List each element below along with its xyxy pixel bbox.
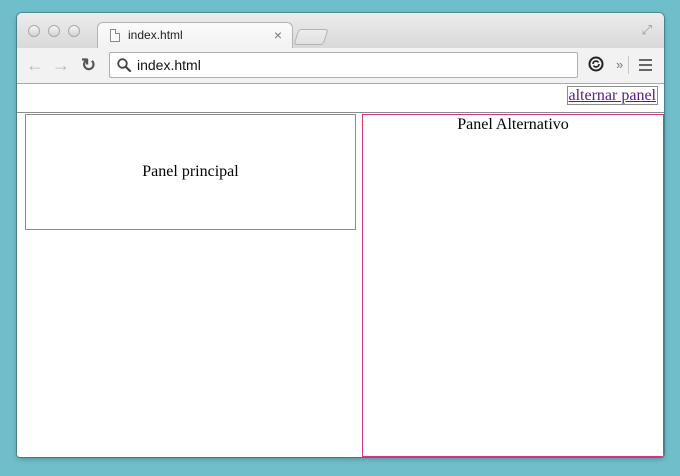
close-window-button[interactable] (28, 25, 40, 37)
main-panel-label: Panel principal (142, 163, 239, 180)
toolbar-divider (628, 56, 629, 74)
search-icon (117, 58, 132, 73)
chevron-right-icon[interactable]: » (616, 57, 623, 72)
toolbar: ← → ↻ index.html » (17, 48, 664, 84)
toggle-panel-link[interactable]: alternar panel (566, 86, 658, 105)
address-bar[interactable]: index.html (109, 52, 578, 78)
menu-icon[interactable] (639, 59, 652, 74)
page-header: alternar panel (17, 84, 664, 113)
tab-index[interactable]: index.html × (97, 22, 293, 49)
close-icon[interactable]: × (274, 26, 282, 44)
document-icon (110, 29, 120, 42)
forward-icon[interactable]: → (52, 55, 70, 75)
zoom-window-button[interactable] (68, 25, 80, 37)
tab-title: index.html (128, 28, 183, 42)
extension-icon[interactable] (588, 56, 604, 72)
new-tab-icon[interactable] (293, 29, 329, 45)
alternative-panel: Panel Alternativo (362, 114, 664, 457)
back-icon[interactable]: ← (26, 55, 44, 75)
url-text[interactable]: index.html (137, 57, 201, 73)
page-content: alternar panel Panel principal Panel Alt… (17, 84, 664, 457)
alt-panel-label: Panel Alternativo (457, 116, 569, 133)
minimize-window-button[interactable] (48, 25, 60, 37)
browser-window: index.html × ⤢ ← → ↻ index.html » altern… (17, 13, 664, 457)
main-panel: Panel principal (25, 114, 356, 230)
tab-strip: index.html × ⤢ (17, 13, 664, 49)
reload-icon[interactable]: ↻ (81, 55, 96, 75)
fullscreen-icon[interactable]: ⤢ (642, 22, 652, 38)
